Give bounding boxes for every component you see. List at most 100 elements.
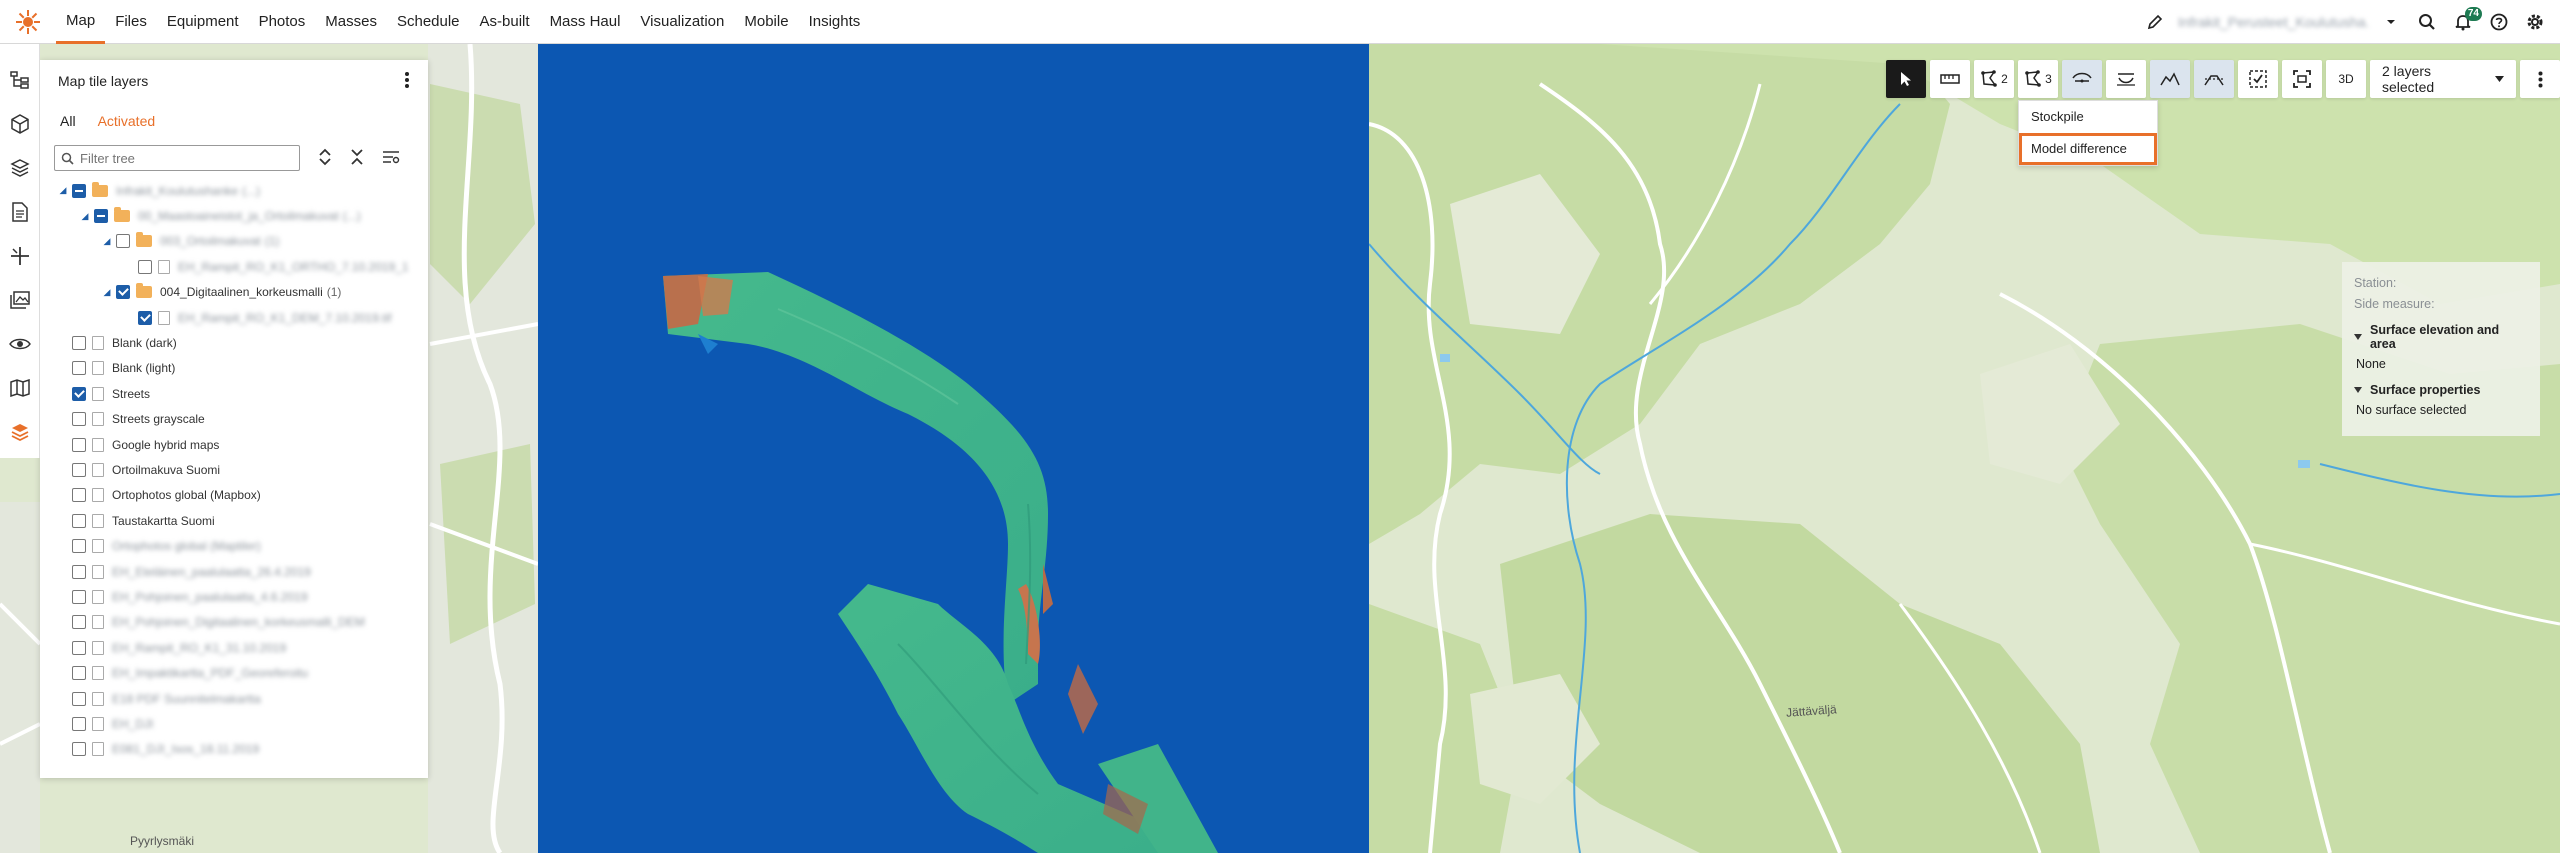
layer-tree-row[interactable]: ◢ 004_Digitaalinen_korkeusmalli (1) bbox=[40, 280, 428, 305]
layer-tree-row[interactable]: ◢ Infrakit_Koulutushanke (...) bbox=[40, 178, 428, 203]
checklist-tool-button[interactable] bbox=[2238, 60, 2278, 98]
layer-tree-row[interactable]: EH_Rampit_RO_K1_DEM_7.10.2019.tif bbox=[40, 305, 428, 330]
eye-scan-icon[interactable] bbox=[7, 332, 33, 356]
layer-checkbox[interactable] bbox=[72, 589, 86, 604]
nav-equipment[interactable]: Equipment bbox=[157, 0, 249, 44]
polygon-tool-3-button[interactable]: 3 bbox=[2018, 60, 2058, 98]
surface-properties-section[interactable]: Surface properties bbox=[2354, 383, 2528, 397]
menu-item-stockpile[interactable]: Stockpile bbox=[2019, 101, 2157, 133]
layer-tree-row[interactable]: E18 PDF Suunnitelmakartta bbox=[40, 686, 428, 711]
nav-mass-haul[interactable]: Mass Haul bbox=[540, 0, 631, 44]
layer-checkbox[interactable] bbox=[94, 209, 108, 224]
profile-tool-button[interactable] bbox=[2150, 60, 2190, 98]
nav-masses[interactable]: Masses bbox=[315, 0, 387, 44]
cube-icon[interactable] bbox=[7, 112, 33, 136]
layer-tree-row[interactable]: E081_DJI_Isos_18.11.2019 bbox=[40, 737, 428, 762]
map-icon[interactable] bbox=[7, 376, 33, 400]
nav-schedule[interactable]: Schedule bbox=[387, 0, 470, 44]
layer-checkbox[interactable] bbox=[138, 310, 152, 325]
layer-checkbox[interactable] bbox=[72, 615, 86, 630]
pencil-icon[interactable] bbox=[2142, 9, 2168, 35]
polygon-tool-2-button[interactable]: 2 bbox=[1974, 60, 2014, 98]
help-icon[interactable] bbox=[2486, 9, 2512, 35]
filter-settings-icon[interactable] bbox=[382, 149, 400, 168]
tile-layers-icon[interactable] bbox=[7, 420, 33, 444]
layer-checkbox[interactable] bbox=[72, 488, 86, 503]
crosshair-icon[interactable] bbox=[7, 244, 33, 268]
gear-icon[interactable] bbox=[2522, 9, 2548, 35]
layer-checkbox[interactable] bbox=[72, 666, 86, 681]
nav-insights[interactable]: Insights bbox=[799, 0, 871, 44]
layer-checkbox[interactable] bbox=[72, 691, 86, 706]
expand-all-icon[interactable] bbox=[318, 148, 332, 169]
layers-selected-button[interactable]: 2 layers selected bbox=[2370, 60, 2516, 98]
layers-stack-icon[interactable] bbox=[7, 156, 33, 180]
measure-tool-button[interactable] bbox=[1930, 60, 1970, 98]
layer-checkbox[interactable] bbox=[72, 513, 86, 528]
layer-checkbox[interactable] bbox=[72, 742, 86, 757]
layer-checkbox[interactable] bbox=[72, 412, 86, 427]
chevron-down-icon[interactable] bbox=[2378, 9, 2404, 35]
layer-tree-row[interactable]: Ortoilmakuva Suomi bbox=[40, 457, 428, 482]
bell-icon[interactable]: 74 bbox=[2450, 7, 2482, 35]
layer-tree-row[interactable]: EH_Impaktikartta_PDF_Georeferoitu bbox=[40, 660, 428, 685]
nav-photos[interactable]: Photos bbox=[249, 0, 316, 44]
layer-checkbox[interactable] bbox=[72, 462, 86, 477]
layer-tree-row[interactable]: EH_Rampit_RO_K1_ORTHO_7.10.2019_1 bbox=[40, 254, 428, 279]
layer-checkbox[interactable] bbox=[72, 437, 86, 452]
filter-tree-field[interactable] bbox=[54, 145, 300, 171]
more-options-button[interactable] bbox=[2520, 60, 2560, 98]
filter-tree-input[interactable] bbox=[80, 150, 290, 166]
layer-checkbox[interactable] bbox=[72, 361, 86, 376]
layer-tree-row[interactable]: ◢ 00_Maastoaineistot_ja_Ortoilmakuvat (...… bbox=[40, 203, 428, 228]
surface-elevation-section[interactable]: Surface elevation and area bbox=[2354, 323, 2528, 351]
layer-checkbox[interactable] bbox=[72, 716, 86, 731]
layer-tree-row[interactable]: Google hybrid maps bbox=[40, 432, 428, 457]
layer-tree-row[interactable]: Blank (dark) bbox=[40, 330, 428, 355]
nav-as-built[interactable]: As-built bbox=[470, 0, 540, 44]
caret-expand-icon[interactable]: ◢ bbox=[80, 211, 90, 222]
layer-tree-row[interactable]: Streets grayscale bbox=[40, 407, 428, 432]
layer-checkbox[interactable] bbox=[72, 183, 86, 198]
3d-toggle-button[interactable]: 3D bbox=[2326, 60, 2366, 98]
cut-fill-tool-button[interactable] bbox=[2106, 60, 2146, 98]
layer-checkbox[interactable] bbox=[72, 386, 86, 401]
layer-tree-row[interactable]: ◢ 003_Ortoilmakuvat (1) bbox=[40, 229, 428, 254]
collapse-all-icon[interactable] bbox=[350, 148, 364, 169]
layer-checkbox[interactable] bbox=[72, 539, 86, 554]
layer-tree-row[interactable]: Blank (light) bbox=[40, 356, 428, 381]
layer-tree-row[interactable]: EH_Eteläinen_paalulaatta_26.4.2019 bbox=[40, 559, 428, 584]
layer-tree-row[interactable]: EH_Pohjoinen_Digitaalinen_korkeusmalli_D… bbox=[40, 610, 428, 635]
layer-checkbox[interactable] bbox=[116, 234, 130, 249]
nav-mobile[interactable]: Mobile bbox=[734, 0, 798, 44]
nav-map[interactable]: Map bbox=[56, 0, 106, 44]
menu-item-model-difference[interactable]: Model difference bbox=[2019, 133, 2157, 165]
search-icon[interactable] bbox=[2414, 9, 2440, 35]
layer-checkbox[interactable] bbox=[116, 285, 130, 300]
layer-checkbox[interactable] bbox=[72, 336, 86, 351]
tab-activated[interactable]: Activated bbox=[98, 113, 156, 129]
layer-tree-row[interactable]: EH_Rampit_RO_K1_31.10.2019 bbox=[40, 635, 428, 660]
panel-kebab-icon[interactable] bbox=[404, 71, 410, 92]
nav-files[interactable]: Files bbox=[105, 0, 157, 44]
layer-tree-row[interactable]: Streets bbox=[40, 381, 428, 406]
nav-visualization[interactable]: Visualization bbox=[630, 0, 734, 44]
caret-expand-icon[interactable]: ◢ bbox=[102, 236, 112, 247]
fit-view-button[interactable] bbox=[2282, 60, 2322, 98]
volume-tool-button[interactable] bbox=[2062, 60, 2102, 98]
layer-tree-row[interactable]: EH_DJI bbox=[40, 711, 428, 736]
select-tool-button[interactable] bbox=[1886, 60, 1926, 98]
layer-tree-row[interactable]: EH_Pohjoinen_paalulaatta_4.6.2019 bbox=[40, 584, 428, 609]
layer-tree-row[interactable]: Ortophotos global (Maptiler) bbox=[40, 533, 428, 558]
caret-expand-icon[interactable]: ◢ bbox=[102, 287, 112, 298]
document-icon[interactable] bbox=[7, 200, 33, 224]
layer-checkbox[interactable] bbox=[72, 564, 86, 579]
hierarchy-icon[interactable] bbox=[7, 68, 33, 92]
cross-section-tool-button[interactable] bbox=[2194, 60, 2234, 98]
caret-expand-icon[interactable]: ◢ bbox=[58, 185, 68, 196]
layer-checkbox[interactable] bbox=[72, 640, 86, 655]
layer-tree-row[interactable]: Ortophotos global (Mapbox) bbox=[40, 483, 428, 508]
app-logo[interactable] bbox=[0, 0, 56, 44]
gallery-icon[interactable] bbox=[7, 288, 33, 312]
layer-tree-row[interactable]: Taustakartta Suomi bbox=[40, 508, 428, 533]
